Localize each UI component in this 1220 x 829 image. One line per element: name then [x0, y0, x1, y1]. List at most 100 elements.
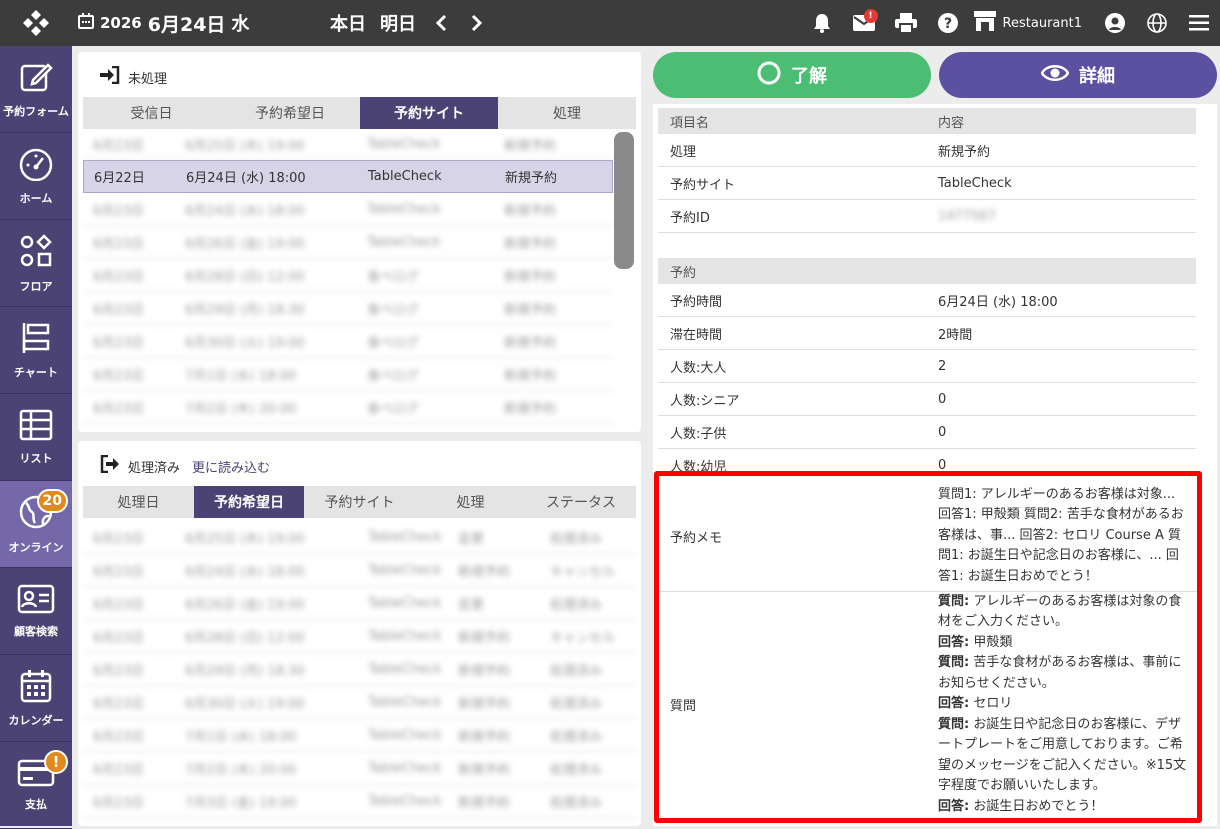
sidebar-item-reservation-form[interactable]: 予約フォーム [0, 46, 72, 133]
table-row[interactable]: 6月23日 6月29日 (月) 18:30 TableCheck 新規予約 処理済み [83, 653, 636, 686]
table-row[interactable]: 6月23日 7月1日 (水) 18:00 TableCheck 新規予約 処理済み [83, 719, 636, 752]
requested-date: 6月24日 (水) 18:00 [186, 171, 306, 186]
sidebar-item-label: チャート [14, 365, 58, 379]
detail-row: 予約ID 1477567 [658, 200, 1196, 233]
tomorrow-button[interactable]: 明日 [380, 10, 416, 36]
qa-text: 甲殻類 [969, 634, 1013, 650]
calendar-icon [20, 669, 52, 706]
sign-in-icon [100, 65, 120, 88]
payment-warning-badge: ! [44, 750, 68, 774]
sidebar-item-customer-search[interactable]: 顧客検索 [0, 568, 72, 655]
sidebar: 予約フォーム ホーム フロア チャート リスト オンライン 20 顧客検索 カレ… [0, 46, 72, 829]
table-row[interactable]: 6月23日 6月30日 (火) 19:00 食べログ 新規予約 [83, 325, 613, 358]
table-row[interactable]: 6月23日 6月28日 (日) 12:00 食べログ 新規予約 [83, 259, 613, 292]
prev-day-icon[interactable] [430, 12, 452, 34]
today-button[interactable]: 本日 [330, 10, 366, 36]
mail-badge: ! [863, 9, 878, 23]
next-day-icon[interactable] [466, 12, 488, 34]
table-row[interactable]: 6月23日 7月2日 (木) 20:00 TableCheck 新規予約 処理済み [83, 752, 636, 785]
action-buttons: 了解 詳細 [653, 52, 1217, 98]
reservation-id-value: 1477567 [938, 208, 996, 224]
table-row[interactable]: 6月23日 7月1日 (水) 18:00 食べログ 新規予約 [83, 358, 613, 391]
qa-text: お誕生日や記念日のお客様に、デザートプレートをご用意しております。ご希望のメッセ… [938, 716, 1187, 794]
table-row[interactable]: 6月23日 6月26日 (金) 19:00 TableCheck 新規予約 [83, 226, 613, 259]
table-row[interactable]: 6月23日 6月28日 (日) 12:00 TableCheck 新規予約 キャンセル [83, 620, 636, 653]
qa-label: 回答: [938, 634, 970, 650]
table-row[interactable]: 6月23日 6月26日 (金) 19:00 TableCheck 変更 処理済み [83, 587, 636, 620]
qa-line: 質問: 苦手な食材があるお客様は、事前にお知らせください。 [938, 653, 1191, 694]
sidebar-item-home[interactable]: ホーム [0, 133, 72, 220]
row-key: 予約時間 [670, 294, 723, 310]
acknowledge-button[interactable]: 了解 [653, 52, 931, 98]
sidebar-item-online[interactable]: オンライン 20 [0, 481, 72, 568]
col-site[interactable]: 予約サイト [304, 486, 415, 518]
language-globe-icon[interactable] [1136, 0, 1178, 46]
mail-icon[interactable]: ! [843, 0, 885, 46]
col-requested-date[interactable]: 予約希望日 [194, 486, 304, 518]
table-row[interactable]: 6月23日 7月3日 (金) 19:00 TableCheck 新規予約 処理済み [83, 785, 636, 818]
processed-table-body: 6月23日 6月25日 (木) 19:00 TableCheck 変更 処理済み 6月2… [83, 521, 636, 818]
detail-row: 予約時間 6月24日 (水) 18:00 [658, 284, 1196, 317]
col-status[interactable]: ステータス [526, 486, 636, 518]
date-year: 2026 [100, 14, 142, 32]
table-row[interactable]: 6月23日 6月30日 (火) 19:00 TableCheck 新規予約 処理済み [83, 686, 636, 719]
detail-row: 人数:シニア 0 [658, 383, 1196, 416]
section-title: 予約 [670, 265, 697, 281]
pending-scrollbar[interactable] [614, 132, 634, 269]
table-row[interactable]: 6月23日 6月25日 (木) 19:00 TableCheck 新規予約 [83, 130, 613, 160]
sidebar-item-payment[interactable]: 支払 ! [0, 742, 72, 829]
current-date[interactable]: 2026 6月24日 水 [78, 10, 249, 37]
col-site[interactable]: 予約サイト [360, 97, 498, 129]
col-processed-date[interactable]: 処理日 [83, 486, 194, 518]
detail-row: 人数:子供 0 [658, 416, 1196, 449]
printer-icon[interactable] [885, 0, 927, 46]
table-row[interactable]: 6月23日 6月24日 (水) 18:00 TableCheck 新規予約 [83, 193, 613, 226]
question-label: 質問 [670, 699, 697, 714]
detail-table-2: 予約 予約時間 6月24日 (水) 18:00 滞在時間 2時間 人数:大人 2 人数… [658, 258, 1196, 482]
date-monthday: 6月24日 [147, 13, 226, 36]
user-icon[interactable] [1094, 0, 1136, 46]
table-row[interactable]: 6月23日 7月2日 (木) 20:00 食べログ 新規予約 [83, 391, 613, 424]
list-icon [19, 409, 53, 444]
qa-text: お誕生日おめでとう！ [969, 798, 1104, 814]
row-key: 予約ID [670, 210, 710, 226]
row-value: 2 [938, 358, 947, 374]
circle-icon [757, 61, 781, 90]
bell-icon[interactable] [801, 0, 843, 46]
qa-line: 回答: セロリ [938, 694, 1191, 715]
qa-label: 回答: [938, 696, 970, 712]
detail-button[interactable]: 詳細 [939, 52, 1217, 98]
detail-row: 人数:大人 2 [658, 350, 1196, 383]
table-row[interactable]: 6月23日 6月24日 (水) 18:00 TableCheck 新規予約 キャンセル [83, 554, 636, 587]
pending-table-header: 受信日 予約希望日 予約サイト 処理 [83, 97, 636, 129]
top-bar: 2026 6月24日 水 本日 明日 ! ? Restaurant1 [0, 0, 1220, 46]
table-row[interactable]: 6月23日 6月25日 (木) 19:00 TableCheck 変更 処理済み [83, 521, 636, 554]
question-value: 質問: アレルギーのあるお客様は対象の食材をご入力ください。 回答: 甲殻類 質… [928, 592, 1197, 818]
memo-label: 予約メモ [670, 530, 723, 546]
menu-icon[interactable] [1178, 0, 1220, 46]
acknowledge-label: 了解 [791, 66, 827, 87]
col-action[interactable]: 処理 [415, 486, 526, 518]
qa-label: 質問: [938, 655, 970, 671]
sidebar-item-label: ホーム [19, 191, 53, 205]
table-row[interactable]: 6月23日 6月29日 (月) 18:30 食べログ 新規予約 [83, 292, 613, 325]
highlight-box: 予約メモ 質問1: アレルギーのあるお客様は対象... 回答1: 甲殻類 質問2… [654, 471, 1202, 823]
sidebar-item-floor[interactable]: フロア [0, 220, 72, 307]
col-requested-date[interactable]: 予約希望日 [220, 97, 360, 129]
load-more-link[interactable]: 更に読み込む [192, 457, 270, 476]
row-value: 新規予約 [938, 144, 991, 160]
help-icon[interactable]: ? [927, 0, 969, 46]
detail-label: 詳細 [1079, 66, 1115, 87]
restaurant-selector[interactable]: Restaurant1 [969, 0, 1094, 46]
sidebar-item-calendar[interactable]: カレンダー [0, 655, 72, 742]
table-row-selected[interactable]: 6月22日 6月24日 (水) 18:00 TableCheck 新規予約 [83, 160, 613, 193]
processed-panel: 処理済み 更に読み込む 処理日 予約希望日 予約サイト 処理 ステータス 6月2… [78, 441, 641, 826]
qa-text: セロリ [969, 696, 1013, 712]
calendar-icon [78, 13, 94, 33]
sidebar-item-list[interactable]: リスト [0, 394, 72, 481]
col-received[interactable]: 受信日 [83, 97, 220, 129]
chart-icon [18, 321, 54, 358]
app-logo[interactable] [0, 0, 72, 46]
sidebar-item-chart[interactable]: チャート [0, 307, 72, 394]
col-action[interactable]: 処理 [498, 97, 636, 129]
